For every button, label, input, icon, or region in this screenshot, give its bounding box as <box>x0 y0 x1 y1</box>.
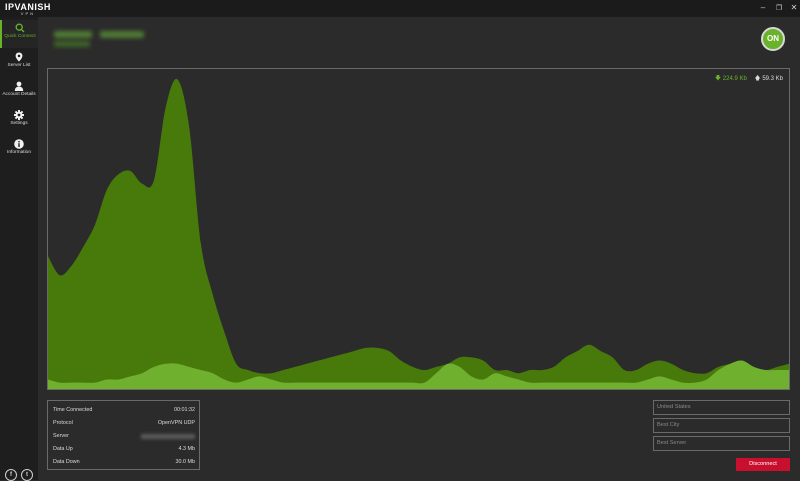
sidebar-item-information[interactable]: Information <box>0 136 38 164</box>
restore-button[interactable]: ❐ <box>773 2 785 14</box>
sidebar-item-label: Quick Connect <box>4 34 36 39</box>
sidebar-item-account-details[interactable]: Account Details <box>0 78 38 106</box>
stat-label: Server <box>53 433 69 439</box>
disconnect-button[interactable]: Disconnect <box>736 458 790 471</box>
minimize-icon: – <box>760 3 766 12</box>
user-icon <box>14 81 24 91</box>
stat-label: Time Connected <box>53 407 93 413</box>
info-icon <box>14 139 24 149</box>
country-select[interactable]: United States <box>653 400 790 415</box>
restore-icon: ❐ <box>775 5 783 12</box>
close-button[interactable]: ✕ <box>788 2 800 14</box>
stat-value: 4.3 Mb <box>178 446 195 452</box>
sidebar-item-server-list[interactable]: Server List <box>0 49 38 77</box>
upload-speed-value: 59.3 Kb <box>762 76 783 82</box>
traffic-chart-svg <box>48 78 789 389</box>
facebook-button[interactable]: f <box>5 469 17 481</box>
stat-value: 00:01:32 <box>174 407 195 413</box>
download-area-series <box>48 78 789 389</box>
vpn-on-toggle[interactable]: ON <box>761 27 785 51</box>
city-select-placeholder: Best City <box>657 422 680 428</box>
twitter-icon: t <box>26 472 28 478</box>
speed-readout: 🡇 224.9 Kb 🡅 59.3 Kb <box>715 74 783 84</box>
connection-stats-panel: Time Connected 00:01:32 Protocol OpenVPN… <box>47 400 200 470</box>
stat-row-data-down: Data Down 30.0 Mb <box>53 457 195 467</box>
facebook-icon: f <box>10 472 12 478</box>
location-pin-icon <box>15 52 23 62</box>
arrow-up-icon: 🡅 <box>754 76 761 82</box>
close-icon: ✕ <box>790 3 798 12</box>
stat-label: Data Down <box>53 459 80 465</box>
server-select[interactable]: Best Server <box>653 436 790 451</box>
sidebar-item-label: Settings <box>10 121 28 126</box>
stat-row-data-up: Data Up 4.3 Mb <box>53 444 195 454</box>
stat-row-time-connected: Time Connected 00:01:32 <box>53 405 195 415</box>
sidebar-item-label: Server List <box>7 63 31 68</box>
arrow-down-icon: 🡇 <box>714 76 722 82</box>
server-select-placeholder: Best Server <box>657 440 687 446</box>
title-bar: IPVANISH VPN – ❐ ✕ <box>0 0 800 17</box>
download-speed: 🡇 224.9 Kb <box>715 76 749 82</box>
twitter-button[interactable]: t <box>21 469 33 481</box>
city-select[interactable]: Best City <box>653 418 790 433</box>
stat-value: OpenVPN UDP <box>157 420 195 426</box>
stat-label: Data Up <box>53 446 73 452</box>
sidebar: Quick Connect Server List Account Detail… <box>0 17 38 481</box>
country-select-placeholder: United States <box>657 404 691 410</box>
search-icon <box>15 23 25 33</box>
traffic-chart: 🡇 224.9 Kb 🡅 59.3 Kb <box>47 68 790 390</box>
minimize-button[interactable]: – <box>757 2 769 14</box>
stat-row-protocol: Protocol OpenVPN UDP <box>53 418 195 428</box>
stat-row-server: Server <box>53 431 195 441</box>
upload-speed: 🡅 59.3 Kb <box>754 76 783 82</box>
download-speed-value: 224.9 Kb <box>722 76 747 82</box>
sidebar-item-settings[interactable]: Settings <box>0 107 38 135</box>
sidebar-item-label: Information <box>7 150 31 155</box>
sidebar-item-quick-connect[interactable]: Quick Connect <box>0 20 38 48</box>
gear-icon <box>14 110 24 120</box>
stat-label: Protocol <box>53 420 73 426</box>
stat-value: 30.0 Mb <box>175 459 195 465</box>
stat-value-blurred <box>141 434 195 439</box>
blurred-ip-info <box>54 31 154 53</box>
ipvanish-logo: IPVANISH VPN <box>5 3 51 18</box>
sidebar-item-label: Account Details <box>2 92 36 97</box>
